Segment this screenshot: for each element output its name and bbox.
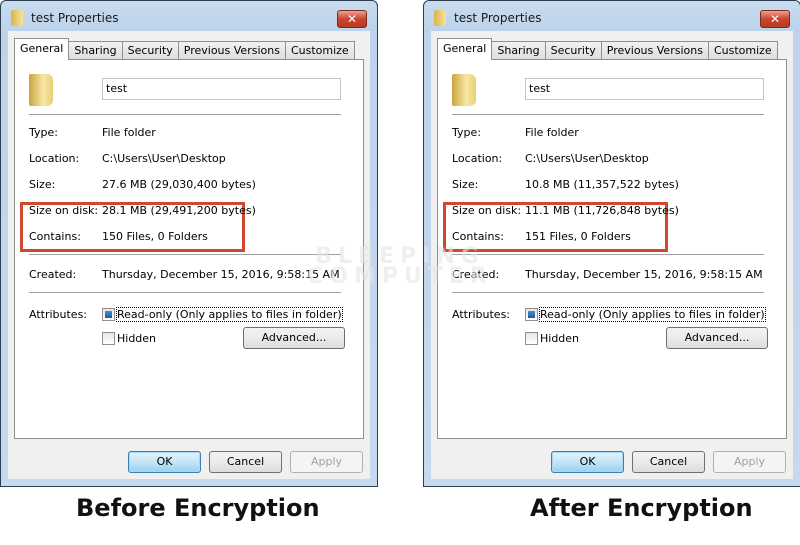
tab-sharing[interactable]: Sharing — [68, 41, 123, 60]
close-button[interactable]: ✕ — [337, 10, 367, 28]
apply-button[interactable]: Apply — [713, 451, 786, 473]
type-value: File folder — [525, 126, 579, 139]
caption-after: After Encryption — [530, 494, 753, 522]
hidden-checkbox[interactable] — [102, 332, 115, 345]
readonly-label[interactable]: Read-only (Only applies to files in fold… — [539, 307, 766, 322]
tab-sharing[interactable]: Sharing — [491, 41, 546, 60]
properties-dialog-before: test Properties ✕ General Sharing Securi… — [0, 0, 378, 487]
created-value: Thursday, December 15, 2016, 9:58:15 AM — [102, 268, 340, 281]
size-on-disk-label: Size on disk: — [452, 204, 522, 217]
size-on-disk-label: Size on disk: — [29, 204, 99, 217]
contains-value: 150 Files, 0 Folders — [102, 230, 208, 243]
advanced-button[interactable]: Advanced... — [666, 327, 768, 349]
created-row: Created: Thursday, December 15, 2016, 9:5… — [29, 268, 353, 282]
location-row: Location: C:\Users\User\Desktop — [29, 152, 353, 166]
tab-security[interactable]: Security — [121, 41, 179, 60]
tab-previous-versions[interactable]: Previous Versions — [177, 41, 286, 60]
created-value: Thursday, December 15, 2016, 9:58:15 AM — [525, 268, 763, 281]
close-button[interactable]: ✕ — [760, 10, 790, 28]
hidden-label[interactable]: Hidden — [540, 332, 579, 345]
size-on-disk-value: 11.1 MB (11,726,848 bytes) — [525, 204, 679, 217]
readonly-checkbox[interactable] — [102, 308, 115, 321]
advanced-button[interactable]: Advanced... — [243, 327, 345, 349]
hidden-label[interactable]: Hidden — [117, 332, 156, 345]
folder-large-icon — [452, 74, 476, 106]
contains-label: Contains: — [452, 230, 504, 243]
contains-label: Contains: — [29, 230, 81, 243]
folder-icon — [434, 10, 446, 26]
divider — [452, 114, 764, 115]
ok-button[interactable]: OK — [551, 451, 624, 473]
cancel-button[interactable]: Cancel — [209, 451, 282, 473]
created-row: Created: Thursday, December 15, 2016, 9:5… — [452, 268, 776, 282]
dialog-client: General Sharing Security Previous Versio… — [8, 31, 370, 479]
size-value: 10.8 MB (11,357,522 bytes) — [525, 178, 679, 191]
hidden-checkbox[interactable] — [525, 332, 538, 345]
divider — [29, 254, 341, 255]
size-label: Size: — [452, 178, 479, 191]
folder-name-input[interactable]: test — [102, 78, 341, 100]
folder-name-input[interactable]: test — [525, 78, 764, 100]
size-value: 27.6 MB (29,030,400 bytes) — [102, 178, 256, 191]
type-label: Type: — [452, 126, 481, 139]
created-label: Created: — [29, 268, 77, 281]
size-row: Size: 27.6 MB (29,030,400 bytes) — [29, 178, 353, 192]
folder-large-icon — [29, 74, 53, 106]
general-panel: test Type: File folder Location: C:\Users\… — [14, 59, 364, 439]
size-on-disk-value: 28.1 MB (29,491,200 bytes) — [102, 204, 256, 217]
divider — [29, 114, 341, 115]
attributes-label: Attributes: — [452, 308, 511, 321]
location-value: C:\Users\User\Desktop — [102, 152, 226, 165]
attributes-label: Attributes: — [29, 308, 88, 321]
type-label: Type: — [29, 126, 58, 139]
properties-dialog-after: test Properties ✕ General Sharing Securi… — [423, 0, 800, 487]
tab-previous-versions[interactable]: Previous Versions — [600, 41, 709, 60]
tab-customize[interactable]: Customize — [284, 41, 355, 60]
size-on-disk-row: Size on disk: 28.1 MB (29,491,200 bytes) — [29, 204, 353, 218]
size-label: Size: — [29, 178, 56, 191]
window-title: test Properties — [31, 11, 119, 25]
apply-button[interactable]: Apply — [290, 451, 363, 473]
divider — [452, 254, 764, 255]
tab-general[interactable]: General — [14, 38, 70, 60]
ok-button[interactable]: OK — [128, 451, 201, 473]
dialog-client: General Sharing Security Previous Versio… — [431, 31, 793, 479]
readonly-label[interactable]: Read-only (Only applies to files in fold… — [116, 307, 343, 322]
contains-value: 151 Files, 0 Folders — [525, 230, 631, 243]
type-value: File folder — [102, 126, 156, 139]
contains-row: Contains: 151 Files, 0 Folders — [452, 230, 776, 244]
size-row: Size: 10.8 MB (11,357,522 bytes) — [452, 178, 776, 192]
cancel-button[interactable]: Cancel — [632, 451, 705, 473]
location-row: Location: C:\Users\User\Desktop — [452, 152, 776, 166]
window-title: test Properties — [454, 11, 542, 25]
location-label: Location: — [452, 152, 503, 165]
tab-strip: General Sharing Security Previous Versio… — [14, 38, 355, 60]
size-on-disk-row: Size on disk: 11.1 MB (11,726,848 bytes) — [452, 204, 776, 218]
caption-before: Before Encryption — [76, 494, 320, 522]
location-label: Location: — [29, 152, 80, 165]
type-row: Type: File folder — [29, 126, 353, 140]
tab-strip: General Sharing Security Previous Versio… — [437, 38, 778, 60]
type-row: Type: File folder — [452, 126, 776, 140]
divider — [452, 292, 764, 293]
created-label: Created: — [452, 268, 500, 281]
tab-security[interactable]: Security — [544, 41, 602, 60]
folder-icon — [11, 10, 23, 26]
divider — [29, 292, 341, 293]
tab-general[interactable]: General — [437, 38, 493, 60]
readonly-checkbox[interactable] — [525, 308, 538, 321]
general-panel: test Type: File folder Location: C:\Users\… — [437, 59, 787, 439]
location-value: C:\Users\User\Desktop — [525, 152, 649, 165]
contains-row: Contains: 150 Files, 0 Folders — [29, 230, 353, 244]
tab-customize[interactable]: Customize — [707, 41, 778, 60]
